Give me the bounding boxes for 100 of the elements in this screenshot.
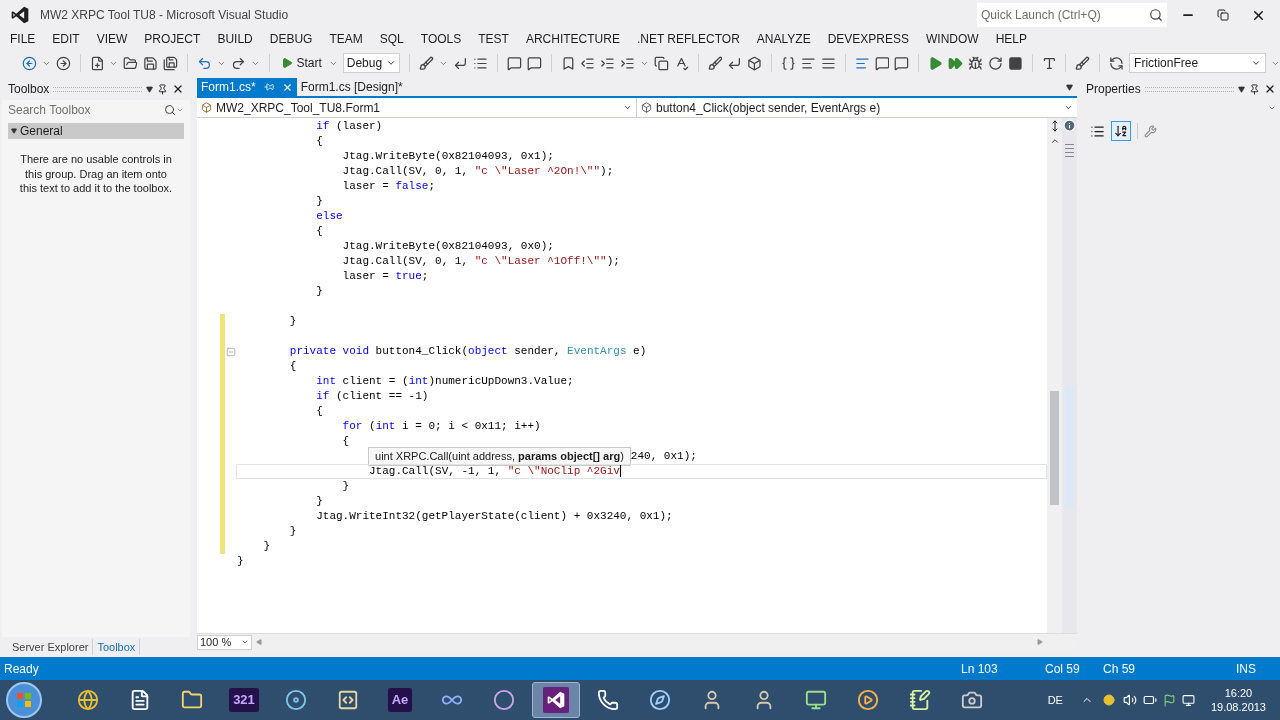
member-dropdown[interactable]: button4_Click(object sender, EventArgs e) — [637, 98, 1077, 117]
window-title: MW2 XRPC Tool TU8 - Microsoft Visual Studio — [40, 7, 289, 24]
braces-icon[interactable] — [781, 55, 796, 71]
disc-icon — [285, 689, 307, 711]
start-button[interactable]: Start — [278, 54, 324, 72]
code-line: } — [263, 540, 270, 553]
menu-item[interactable]: BUILD — [211, 30, 259, 48]
message-icon[interactable] — [526, 55, 542, 71]
info-icon[interactable] — [1063, 119, 1076, 132]
code-line: } — [289, 315, 297, 328]
dropdown-arrow-icon[interactable] — [1238, 85, 1245, 93]
search-field[interactable]: Search Toolbox — [2, 100, 190, 120]
undo-icon[interactable] — [196, 55, 212, 71]
scroll-up-icon[interactable] — [1049, 136, 1060, 146]
save-icon[interactable] — [143, 55, 159, 71]
return-arrow-icon[interactable] — [727, 55, 743, 71]
menu-item[interactable]: EDIT — [46, 30, 86, 48]
scrollbar-thumb[interactable] — [1050, 391, 1059, 505]
categorized-icon[interactable] — [1090, 123, 1105, 139]
close-icon[interactable] — [172, 83, 184, 95]
network-icon[interactable] — [1181, 693, 1195, 707]
clock-time[interactable]: 16:20 — [1224, 686, 1253, 700]
menu-item[interactable]: ANALYZE — [750, 30, 817, 48]
menu-item[interactable]: SQL — [373, 30, 410, 48]
menu-item[interactable]: DEBUG — [263, 30, 319, 48]
quick-launch-field[interactable]: Quick Launch (Ctrl+Q) — [977, 3, 1167, 27]
save-all-icon[interactable] — [163, 55, 178, 71]
menu-item[interactable]: TEST — [472, 30, 515, 48]
code-square-icon — [337, 689, 359, 711]
menu-item[interactable]: ARCHITECTURE — [519, 30, 626, 48]
taskbar-app[interactable]: Ae — [376, 682, 424, 718]
open-folder-icon[interactable] — [123, 55, 139, 71]
brush-icon[interactable] — [1075, 55, 1091, 71]
brush-icon[interactable] — [707, 55, 723, 71]
class-dropdown[interactable]: MW2_XRPC_Tool_TU8.Form1 — [197, 98, 637, 117]
bookmark-icon[interactable] — [560, 55, 576, 71]
play-icon[interactable] — [928, 55, 944, 71]
return-arrow-icon[interactable] — [453, 55, 468, 71]
code-line: { — [316, 135, 323, 148]
rotate-icon[interactable] — [987, 55, 1003, 71]
pin-icon[interactable] — [1249, 83, 1260, 95]
new-file-icon[interactable] — [89, 55, 105, 71]
menu-item[interactable]: WINDOW — [920, 30, 985, 48]
group-header[interactable]: General — [8, 123, 184, 139]
code-line: 240, 0x1); — [630, 450, 697, 463]
flag-icon[interactable] — [1162, 693, 1176, 707]
code-line: { — [316, 405, 323, 418]
clock-date[interactable]: 19.08.2013 — [1210, 700, 1266, 714]
message-icon[interactable] — [874, 55, 890, 71]
tray-icon[interactable] — [1102, 694, 1115, 706]
menu-item[interactable]: HELP — [989, 30, 1034, 48]
profile-dropdown[interactable]: FrictionFree — [1129, 53, 1266, 73]
menu-item[interactable]: FILE — [4, 30, 42, 48]
dropdown-arrow-icon[interactable] — [146, 85, 153, 93]
menu-item[interactable]: .NET REFLECTOR — [630, 30, 746, 48]
code-line: } — [289, 525, 297, 538]
text-icon[interactable] — [1041, 55, 1057, 71]
taskbar-app[interactable] — [532, 682, 580, 718]
panel-tab[interactable]: Toolbox — [93, 638, 141, 656]
globe-icon — [77, 689, 99, 711]
restore-icon[interactable] — [1217, 9, 1229, 21]
folder-icon — [181, 689, 203, 711]
menu-item[interactable]: VIEW — [90, 30, 134, 48]
brush-icon[interactable] — [419, 55, 435, 71]
configuration-dropdown[interactable]: Debug — [342, 53, 401, 73]
stop-icon[interactable] — [1007, 55, 1023, 71]
menu-item[interactable]: DEVEXPRESS — [821, 30, 915, 48]
monitor-icon — [805, 689, 827, 711]
menu-item[interactable]: TEAM — [323, 30, 369, 48]
code-line: Jtag.Call(SV, 0, 1, "c \"Laser ^1Off!\""); — [342, 255, 620, 268]
pin-icon[interactable] — [157, 83, 168, 95]
message-icon[interactable] — [894, 55, 910, 71]
document-tab[interactable]: Form1.cs [Design]* — [296, 78, 407, 96]
bug-icon[interactable] — [967, 55, 983, 71]
panel-tab[interactable]: Server Explorer — [8, 638, 94, 656]
alphabetical-toggle[interactable] — [1111, 121, 1131, 141]
wrench-icon[interactable] — [1144, 124, 1157, 138]
box-icon[interactable] — [747, 55, 763, 71]
taskbar-app[interactable]: 321 — [220, 682, 268, 718]
menu-item[interactable]: TOOLS — [414, 30, 468, 48]
code-line: } — [316, 495, 323, 508]
dropdown-arrow-icon[interactable] — [1066, 84, 1073, 91]
code-line: Jtag.Call(SV, 0, 1, "c \"Laser ^2On!\""); — [342, 165, 614, 178]
search-icon — [164, 104, 176, 116]
refresh-icon[interactable] — [1109, 55, 1125, 71]
code-line: private void button4_Click(object sender, EventArgs e) — [289, 345, 647, 358]
language-indicator[interactable]: DE — [1047, 691, 1063, 709]
fast-forward-icon[interactable] — [948, 55, 963, 71]
zoom-dropdown[interactable]: 100 % — [197, 634, 252, 650]
volume-icon[interactable] — [1122, 693, 1137, 707]
close-icon[interactable] — [1264, 83, 1276, 95]
menu-item[interactable]: PROJECT — [138, 30, 207, 48]
back-icon[interactable] — [22, 55, 37, 71]
play-icon — [280, 57, 293, 69]
message-icon[interactable] — [506, 55, 522, 71]
copy-icon[interactable] — [653, 55, 669, 71]
redo-icon[interactable] — [230, 55, 246, 71]
start-button[interactable] — [6, 682, 42, 718]
battery-icon[interactable] — [1142, 693, 1157, 707]
forward-icon[interactable] — [55, 55, 71, 71]
